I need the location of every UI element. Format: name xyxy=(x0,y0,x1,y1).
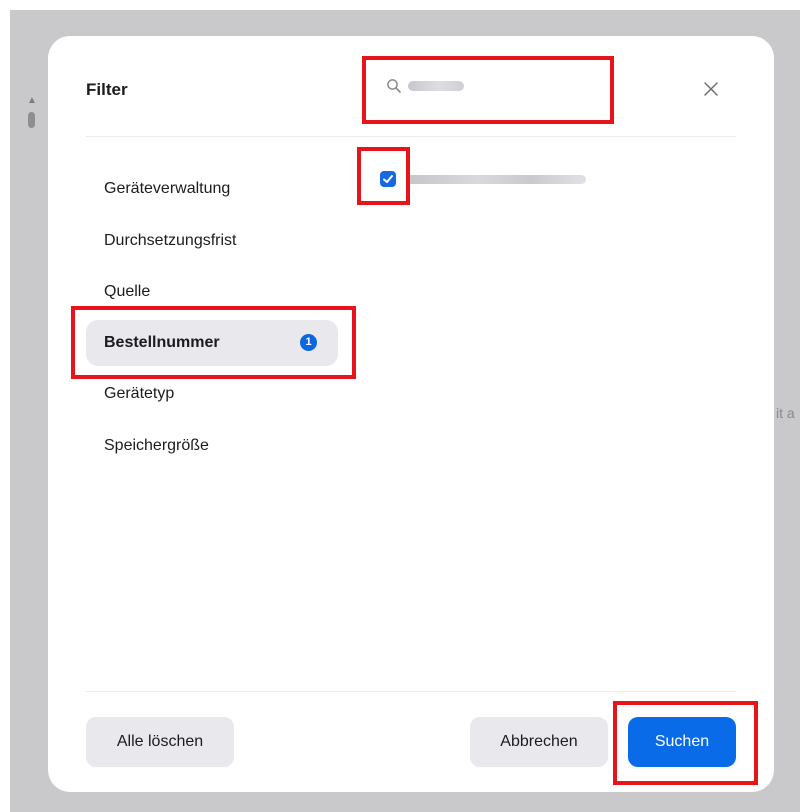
category-label: Geräteverwaltung xyxy=(104,180,231,197)
background-partial-text: it a xyxy=(776,405,795,421)
category-label: Durchsetzungsfrist xyxy=(104,232,237,249)
category-item-geraeteverwaltung[interactable]: Geräteverwaltung xyxy=(86,166,338,212)
scrollbar-thumb[interactable] xyxy=(28,112,35,128)
category-item-durchsetzungsfrist[interactable]: Durchsetzungsfrist xyxy=(86,218,338,264)
footer-divider xyxy=(86,691,736,692)
scroll-up-arrow-icon[interactable]: ▲ xyxy=(27,95,37,106)
redacted-option-label xyxy=(406,175,586,184)
redacted-search-query xyxy=(408,81,464,91)
clear-all-button[interactable]: Alle löschen xyxy=(86,717,234,767)
selection-count-badge: 1 xyxy=(300,334,317,351)
category-item-speichergroesse[interactable]: Speichergröße xyxy=(86,423,338,469)
option-checkbox[interactable] xyxy=(380,171,396,187)
close-icon[interactable] xyxy=(698,76,724,102)
category-label: Gerätetyp xyxy=(104,385,175,402)
category-item-bestellnummer[interactable]: Bestellnummer 1 xyxy=(86,320,338,366)
dialog-title: Filter xyxy=(86,80,128,99)
search-button[interactable]: Suchen xyxy=(628,717,736,767)
filter-dialog: Filter Geräteverwaltung Durchsetzungsfri… xyxy=(48,36,774,792)
header-divider xyxy=(86,136,736,137)
background-scrollbar[interactable]: ▲ xyxy=(26,95,38,145)
category-item-geraetetyp[interactable]: Gerätetyp xyxy=(86,371,338,417)
category-label: Speichergröße xyxy=(104,437,209,454)
cancel-button[interactable]: Abbrechen xyxy=(470,717,608,767)
category-label: Bestellnummer xyxy=(104,334,220,351)
filter-option[interactable] xyxy=(376,166,736,192)
category-label: Quelle xyxy=(104,283,151,300)
search-box[interactable] xyxy=(370,66,606,108)
magnifier-icon xyxy=(387,79,401,93)
category-item-quelle[interactable]: Quelle xyxy=(86,269,338,315)
checkmark-icon xyxy=(383,175,393,183)
